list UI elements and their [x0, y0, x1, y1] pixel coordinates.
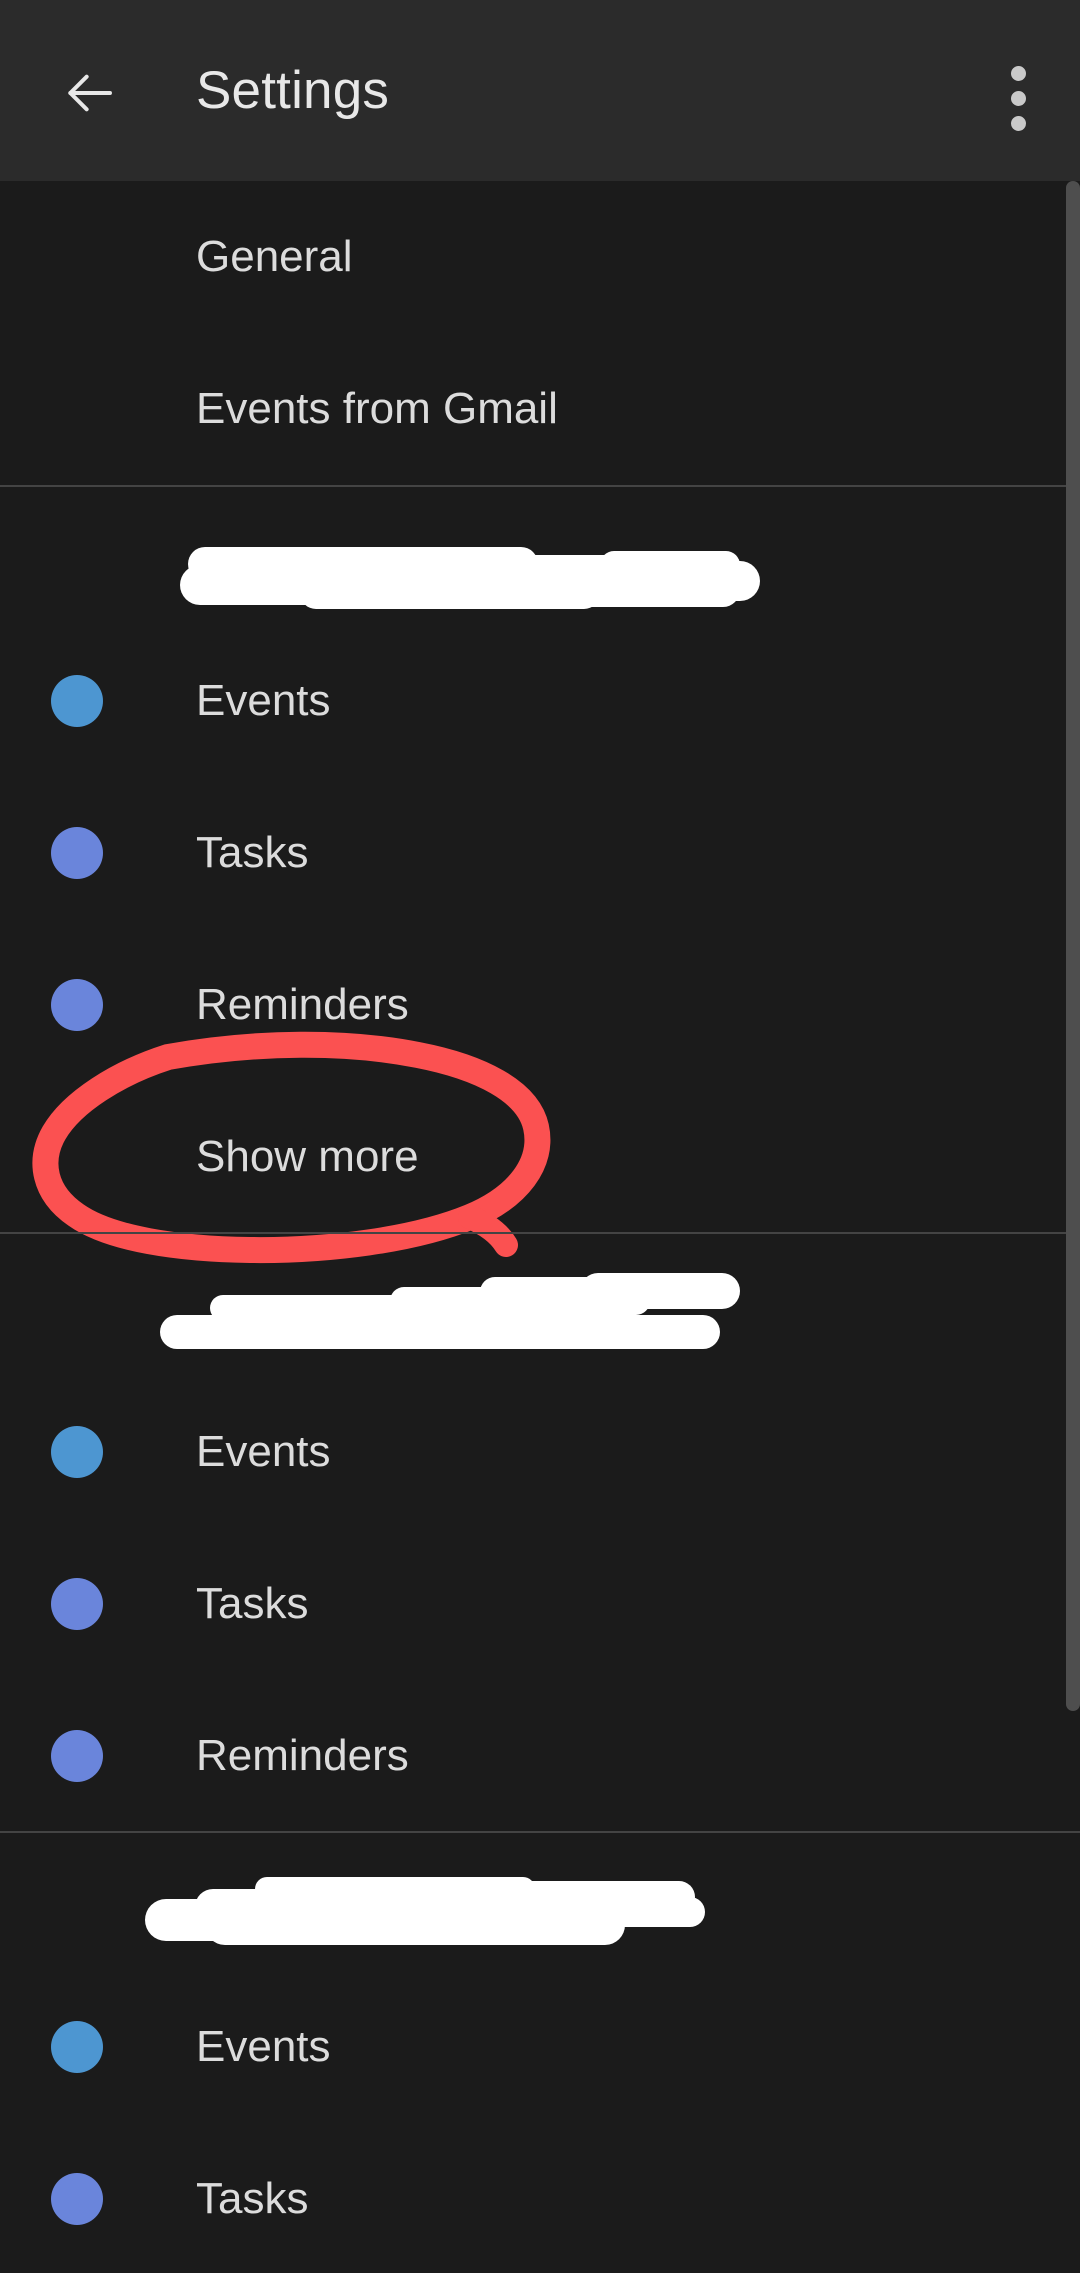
- scrollbar-thumb[interactable]: [1066, 181, 1080, 1711]
- settings-row-tasks-account-3[interactable]: Tasks: [0, 2123, 1080, 2273]
- events-color-dot: [51, 2021, 103, 2073]
- reminders-color-dot: [51, 979, 103, 1031]
- settings-row-label: Tasks: [196, 2174, 309, 2223]
- overflow-menu-button[interactable]: [978, 48, 1060, 136]
- app-bar: Settings: [0, 0, 1080, 181]
- more-vertical-icon-dot-3: [1011, 116, 1026, 131]
- settings-row-tasks-account-2[interactable]: Tasks: [0, 1528, 1080, 1680]
- settings-row-tasks-account-1[interactable]: Tasks: [0, 777, 1080, 929]
- settings-row-label: Events: [196, 2022, 331, 2071]
- section-divider-1: [0, 485, 1080, 487]
- settings-row-label: Reminders: [196, 1731, 409, 1780]
- account-email-redacted-3: [145, 1853, 785, 1973]
- more-vertical-icon-dot-1: [1011, 66, 1026, 81]
- settings-row-events-account-2[interactable]: Events: [0, 1376, 1080, 1528]
- settings-row-label: Events: [196, 676, 331, 725]
- tasks-color-dot: [51, 827, 103, 879]
- settings-list[interactable]: General Events from Gmail Events Tasks R…: [0, 181, 1080, 2273]
- scrollbar-track[interactable]: [1066, 181, 1080, 2273]
- settings-row-label: Show more: [196, 1132, 419, 1181]
- settings-row-label: Tasks: [196, 1579, 309, 1628]
- account-email-redacted-1: [180, 515, 800, 635]
- more-vertical-icon-dot-2: [1011, 91, 1026, 106]
- settings-row-general[interactable]: General: [0, 181, 1080, 333]
- redaction-stroke: [580, 1273, 740, 1309]
- redaction-stroke: [270, 1303, 600, 1329]
- settings-row-label: Tasks: [196, 828, 309, 877]
- settings-row-reminders-account-2[interactable]: Reminders: [0, 1680, 1080, 1832]
- redaction-stroke: [650, 561, 760, 601]
- events-color-dot: [51, 1426, 103, 1478]
- arrow-left-icon: [61, 65, 117, 121]
- tasks-color-dot: [51, 1578, 103, 1630]
- settings-row-show-more[interactable]: Show more: [0, 1081, 1080, 1233]
- settings-row-label: General: [196, 232, 353, 281]
- redaction-stroke: [330, 559, 580, 587]
- section-divider-2: [0, 1232, 1080, 1234]
- settings-screen: Settings General Events from Gmail Event…: [0, 0, 1080, 2273]
- back-button[interactable]: [48, 52, 130, 134]
- account-email-redacted-2: [150, 1259, 790, 1379]
- settings-row-label: Reminders: [196, 980, 409, 1029]
- redaction-stroke: [505, 1897, 705, 1927]
- settings-row-reminders-account-1[interactable]: Reminders: [0, 929, 1080, 1081]
- reminders-color-dot: [51, 1730, 103, 1782]
- settings-row-events-from-gmail[interactable]: Events from Gmail: [0, 333, 1080, 485]
- section-divider-3: [0, 1831, 1080, 1833]
- settings-row-events-account-1[interactable]: Events: [0, 625, 1080, 777]
- events-color-dot: [51, 675, 103, 727]
- settings-row-label: Events: [196, 1427, 331, 1476]
- page-title: Settings: [196, 61, 390, 120]
- redaction-stroke: [255, 1877, 535, 1901]
- settings-row-label: Events from Gmail: [196, 384, 558, 433]
- tasks-color-dot: [51, 2173, 103, 2225]
- settings-row-events-account-3[interactable]: Events: [0, 1971, 1080, 2123]
